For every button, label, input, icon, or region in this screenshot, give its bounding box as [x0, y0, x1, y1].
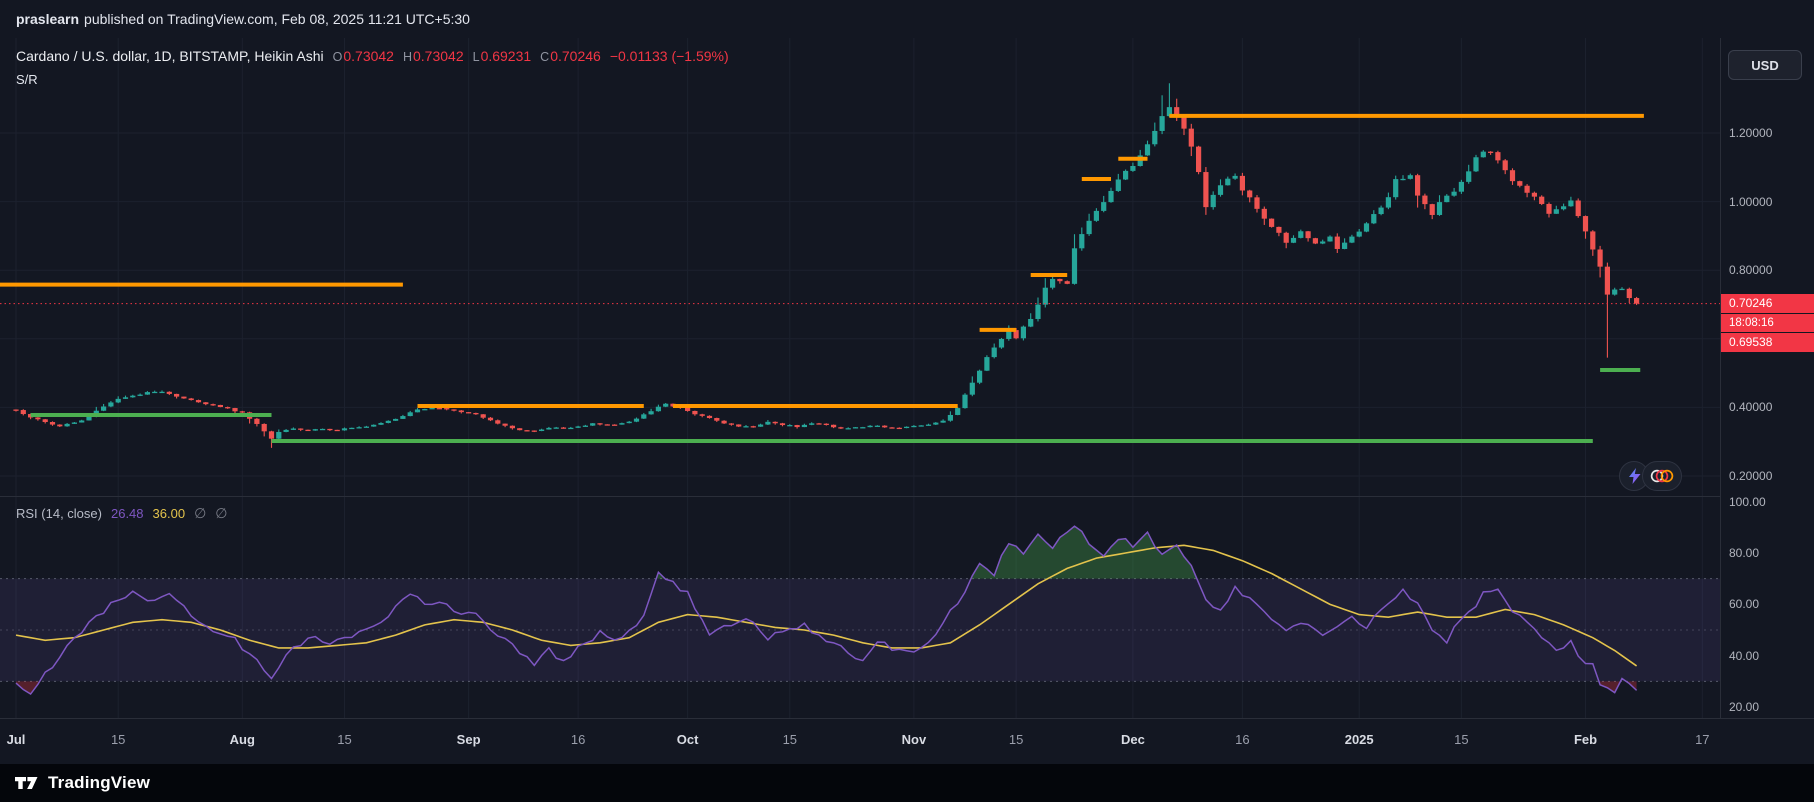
ohlc-low: L0.69231	[473, 48, 532, 64]
rsi-tick-label: 20.00	[1729, 700, 1759, 714]
time-tick-label: Sep	[437, 732, 501, 747]
symbol-title[interactable]: Cardano / U.S. dollar, 1D, BITSTAMP, Hei…	[16, 48, 324, 64]
price-tick-label: 0.20000	[1729, 469, 1772, 483]
time-tick-label: 15	[758, 732, 822, 747]
symbol-legend: Cardano / U.S. dollar, 1D, BITSTAMP, Hei…	[16, 48, 729, 87]
rsi-upper-band-empty-icon: ∅	[194, 505, 206, 522]
price-tick-label: 1.00000	[1729, 195, 1772, 209]
time-tick-label: Aug	[210, 732, 274, 747]
time-tick-label: 15	[1429, 732, 1493, 747]
ohlc-open: O0.73042	[333, 48, 394, 64]
price-pane[interactable]	[0, 38, 1720, 496]
bar-countdown-badge: 18:08:16	[1721, 314, 1814, 332]
floating-buttons	[1626, 461, 1682, 491]
time-tick-label: 2025	[1327, 732, 1391, 747]
attribution-bar: praslearn published on TradingView.com, …	[0, 0, 1814, 38]
price-tick-label: 1.20000	[1729, 126, 1772, 140]
rings-icon-button[interactable]	[1642, 461, 1682, 491]
rsi-value: 26.48	[111, 506, 144, 521]
time-tick-label: 16	[1210, 732, 1274, 747]
time-tick-label: Dec	[1101, 732, 1165, 747]
time-tick-label: Feb	[1554, 732, 1618, 747]
rsi-tick-label: 100.00	[1729, 495, 1766, 509]
rsi-legend: RSI (14, close) 26.48 36.00 ∅ ∅	[16, 505, 227, 522]
flash-icon	[1628, 468, 1641, 484]
time-tick-label: 17	[1670, 732, 1734, 747]
time-scale[interactable]: Jul 15 Aug 15 Sep 16 Oct 15 Nov 15 Dec 16 2025 15 Feb 1…	[0, 718, 1814, 764]
ohlc-high: H0.73042	[403, 48, 464, 64]
footer-brand[interactable]: TradingView	[48, 773, 150, 793]
sr-indicator-label[interactable]: S/R	[16, 72, 38, 87]
last-price-badge: 0.70246	[1721, 294, 1814, 313]
time-tick-label: Jul	[0, 732, 48, 747]
ohlc-close: C0.70246	[540, 48, 601, 64]
rsi-ma-value: 36.00	[153, 506, 186, 521]
rings-icon	[1650, 468, 1674, 484]
currency-button[interactable]: USD	[1728, 50, 1802, 80]
price-tick-label: 0.40000	[1729, 400, 1772, 414]
rsi-pane[interactable]	[0, 496, 1720, 718]
rsi-tick-label: 80.00	[1729, 546, 1759, 560]
time-tick-label: Oct	[656, 732, 720, 747]
time-tick-label: 15	[984, 732, 1048, 747]
pane-separator[interactable]	[0, 496, 1720, 497]
change-value: −0.01133 (−1.59%)	[610, 48, 729, 64]
publisher-name: praslearn	[16, 11, 79, 27]
sr-level-badge: 0.69538	[1721, 333, 1814, 352]
time-tick-label: 16	[546, 732, 610, 747]
footer-bar: TradingView	[0, 764, 1814, 802]
rsi-lower-band-empty-icon: ∅	[215, 505, 227, 522]
attribution-text: published on TradingView.com, Feb 08, 20…	[84, 11, 470, 27]
time-tick-label: 15	[86, 732, 150, 747]
tradingview-logo	[14, 774, 39, 792]
rsi-indicator-label[interactable]: RSI (14, close)	[16, 506, 102, 521]
rsi-tick-label: 60.00	[1729, 597, 1759, 611]
price-tick-label: 0.80000	[1729, 263, 1772, 277]
rsi-tick-label: 40.00	[1729, 649, 1759, 663]
time-tick-label: 15	[313, 732, 377, 747]
price-scale[interactable]: USD 1.20000 1.00000 0.80000 0.40000 0.20000 1…	[1720, 38, 1814, 718]
time-tick-label: Nov	[882, 732, 946, 747]
tradingview-chart-window: praslearn published on TradingView.com, …	[0, 0, 1814, 802]
